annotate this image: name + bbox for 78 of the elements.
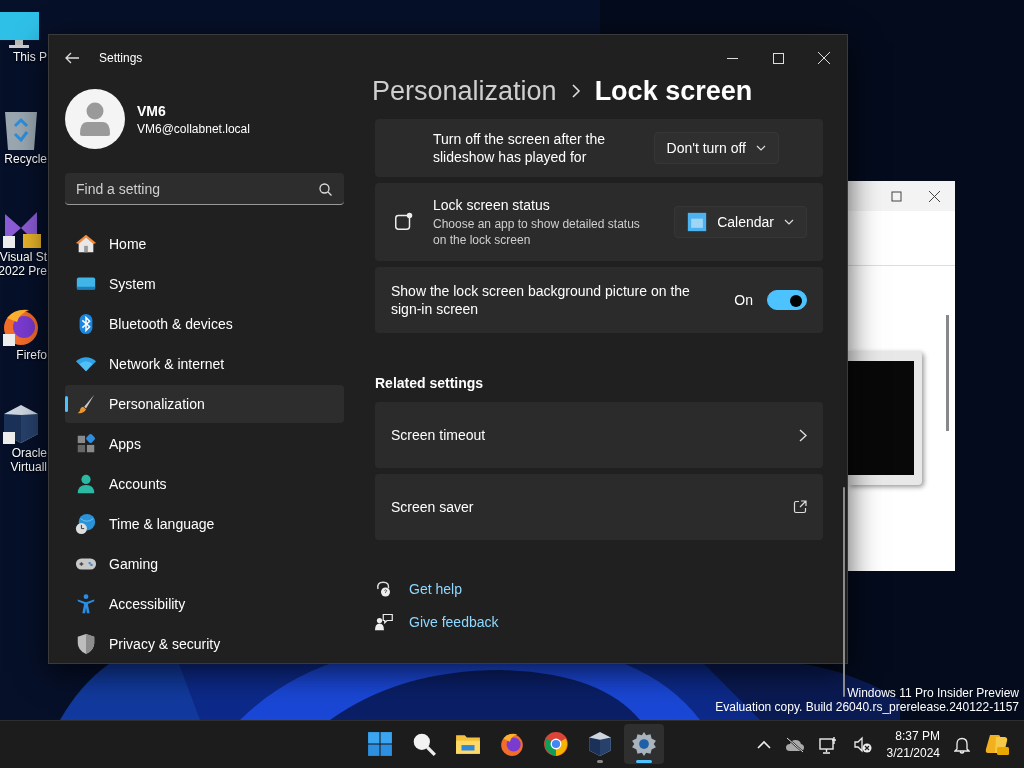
- chevron-right-icon: [570, 84, 581, 98]
- scrollbar[interactable]: [843, 487, 845, 697]
- desktop-icon-label[interactable]: Visual St: [0, 250, 47, 264]
- help-link[interactable]: Get help: [409, 581, 462, 597]
- desktop-icon-label[interactable]: Recycle: [4, 152, 47, 166]
- nav-item[interactable]: Bluetooth & devices: [65, 305, 344, 343]
- cube-icon: [587, 731, 613, 757]
- settings-link-card[interactable]: Screen timeout: [375, 402, 823, 468]
- cloud-off-icon: [784, 737, 805, 753]
- chevron-down-icon: [756, 145, 766, 151]
- assistant-icon: [984, 733, 1010, 757]
- taskbar-app[interactable]: [624, 724, 664, 764]
- window-title: Settings: [99, 51, 144, 65]
- accessibility-icon: [75, 593, 97, 615]
- chevron-up-icon: [756, 740, 771, 750]
- maximize-icon: [891, 190, 902, 202]
- avatar[interactable]: [65, 89, 125, 149]
- desktop-icon-label[interactable]: Oracle: [11, 446, 47, 460]
- cube-icon: [1, 402, 41, 446]
- toggle-state-label: On: [734, 292, 753, 308]
- user-email: VM6@collabnet.local: [137, 121, 250, 136]
- start-icon: [367, 731, 393, 757]
- search-field[interactable]: Find a setting: [65, 173, 344, 205]
- search-icon: [411, 731, 437, 757]
- desktop-icon-label[interactable]: Virtuall: [10, 460, 47, 474]
- dropdown[interactable]: Calendar: [674, 206, 807, 238]
- external-link-icon: [793, 500, 807, 514]
- breadcrumb-link[interactable]: Personalization: [372, 75, 557, 107]
- volume-muted-icon: [852, 736, 873, 754]
- setting-title: Show the lock screen background picture on the sign-in screen: [391, 282, 691, 318]
- bell-icon: [954, 736, 970, 754]
- monitor-icon: [0, 10, 41, 50]
- close-icon: [818, 52, 830, 64]
- page-title: Lock screen: [594, 75, 753, 107]
- calendar-icon: [687, 212, 708, 232]
- help-icon: [375, 580, 393, 598]
- nav-item[interactable]: Apps: [65, 425, 344, 463]
- build-notice-text: Windows 11 Pro Insider Preview: [847, 686, 1019, 700]
- nav-item[interactable]: System: [65, 265, 344, 303]
- house-icon: [75, 233, 97, 255]
- nav-item[interactable]: Accounts: [65, 465, 344, 503]
- help-link[interactable]: Give feedback: [409, 614, 499, 630]
- user-name: VM6: [137, 102, 167, 119]
- settings-icon: [631, 731, 657, 757]
- setting-title: Turn off the screen after the slideshow has played for: [433, 130, 606, 166]
- clock-button[interactable]: 8:37 PM 3/21/2024: [882, 728, 944, 762]
- close-icon: [928, 189, 941, 203]
- search-icon: [319, 183, 332, 196]
- nav-item[interactable]: Personalization: [65, 385, 344, 423]
- back-arrow-icon: [64, 50, 80, 66]
- nav-item[interactable]: Privacy & security: [65, 625, 344, 663]
- globe-clock-icon: [75, 513, 97, 535]
- round-browser-icon: [543, 731, 569, 757]
- shield-icon: [75, 633, 97, 655]
- nav-item[interactable]: Time & language: [65, 505, 344, 543]
- chevron-right-icon: [799, 428, 807, 442]
- toggle-switch[interactable]: [767, 290, 807, 310]
- feedback-icon: [375, 613, 393, 631]
- fox-browser-icon: [499, 731, 525, 757]
- app-grid-icon: [75, 433, 97, 455]
- build-notice-text: Evaluation copy. Build 26040.rs_prerelease.240122-1157: [715, 700, 1019, 714]
- dropdown[interactable]: Don't turn off: [653, 132, 779, 164]
- nav-item[interactable]: Network & internet: [65, 345, 344, 383]
- maximize-icon: [772, 52, 784, 64]
- status-icon: [393, 211, 415, 233]
- settings-link-card[interactable]: Screen saver: [375, 474, 823, 540]
- nav-item[interactable]: Gaming: [65, 545, 344, 583]
- desktop-icon-label[interactable]: Firefo: [16, 348, 47, 362]
- nav-item[interactable]: Home: [65, 225, 344, 263]
- chevron-down-icon: [784, 219, 794, 225]
- desktop-icon-label[interactable]: This P: [13, 50, 47, 64]
- scrollbar[interactable]: [946, 315, 949, 431]
- nav-item[interactable]: Accessibility: [65, 585, 344, 623]
- section-heading: Related settings: [375, 375, 485, 391]
- setting-description: Choose an app to show detailed status on the lock screen: [433, 216, 641, 248]
- wired-network-icon: [818, 736, 839, 754]
- setting-title: Lock screen status: [433, 196, 551, 214]
- person-icon: [75, 473, 97, 495]
